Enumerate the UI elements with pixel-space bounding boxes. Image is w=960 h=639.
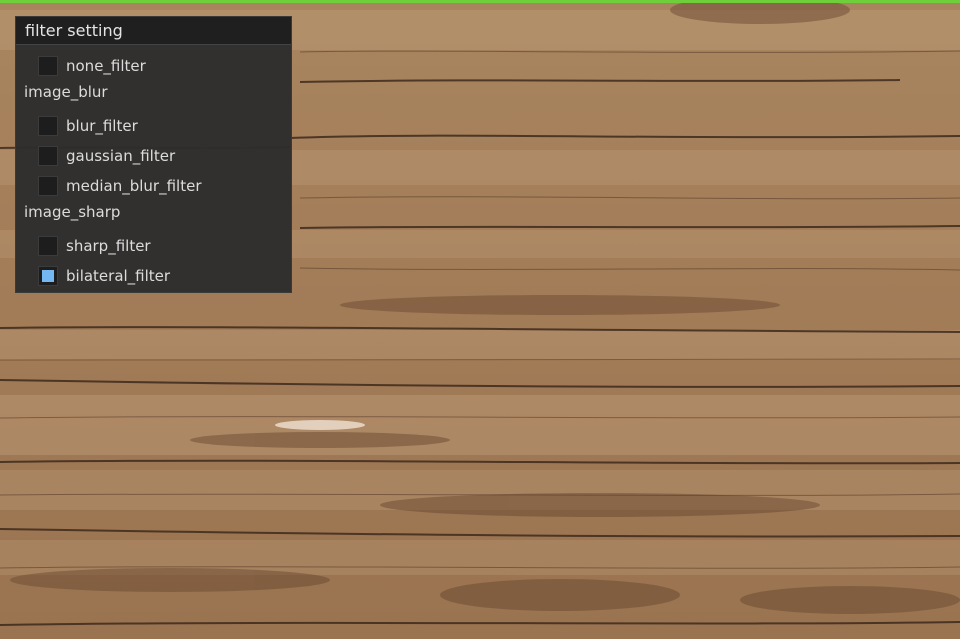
sharp-filter-label: sharp_filter [66, 237, 151, 255]
gaussian-filter-label: gaussian_filter [66, 147, 176, 165]
section-label-image-blur: image_blur [24, 83, 108, 101]
filter-settings-panel: filter setting none_filter image_blur bl… [15, 16, 292, 293]
bilateral-filter-label: bilateral_filter [66, 267, 171, 285]
median-blur-filter-checkbox[interactable] [38, 176, 58, 196]
image-viewport: filter setting none_filter image_blur bl… [0, 0, 960, 639]
section-label-image-sharp: image_sharp [24, 203, 121, 221]
bilateral-filter-checkbox[interactable] [38, 266, 58, 286]
filter-option-median-blur[interactable]: median_blur_filter [16, 173, 201, 199]
panel-title: filter setting [16, 17, 291, 45]
filter-option-bilateral[interactable]: bilateral_filter [16, 263, 170, 289]
none-filter-checkbox[interactable] [38, 56, 58, 76]
top-border-strip [0, 0, 960, 3]
filter-option-sharp[interactable]: sharp_filter [16, 233, 151, 259]
none-filter-label: none_filter [66, 57, 146, 75]
filter-option-blur[interactable]: blur_filter [16, 113, 138, 139]
median-blur-filter-label: median_blur_filter [66, 177, 202, 195]
gaussian-filter-checkbox[interactable] [38, 146, 58, 166]
sharp-filter-checkbox[interactable] [38, 236, 58, 256]
blur-filter-label: blur_filter [66, 117, 138, 135]
blur-filter-checkbox[interactable] [38, 116, 58, 136]
filter-option-none[interactable]: none_filter [16, 53, 146, 79]
filter-option-gaussian[interactable]: gaussian_filter [16, 143, 175, 169]
